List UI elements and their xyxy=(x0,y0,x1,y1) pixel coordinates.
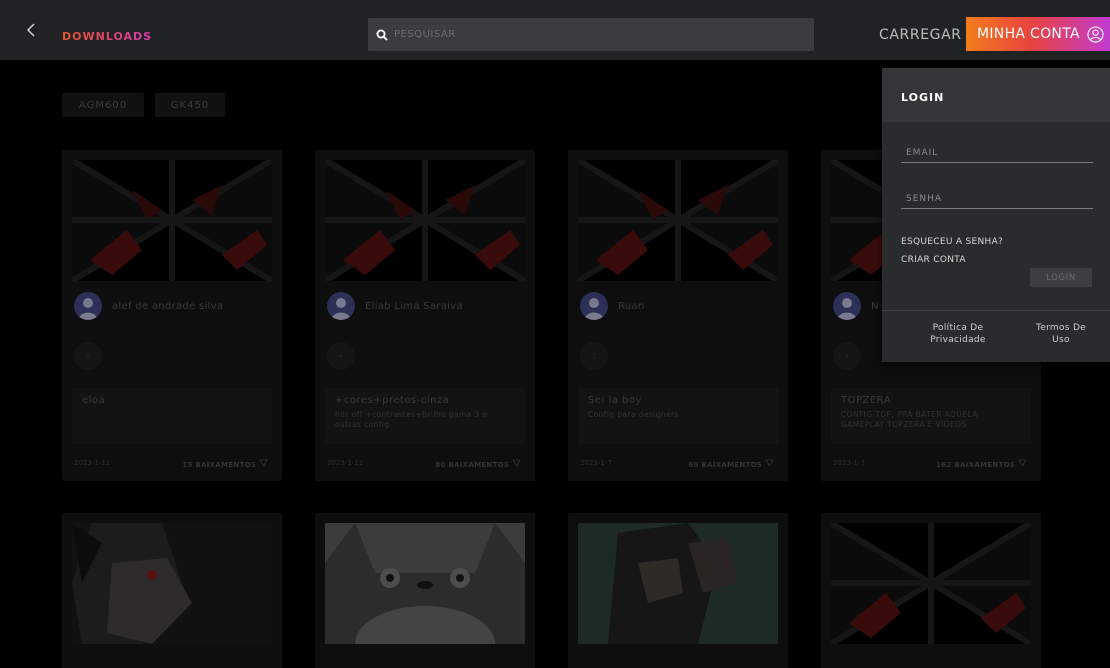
card-description: CONFIG TOP, PRA BATER AQUELA GAMEPLAY TO… xyxy=(841,410,978,429)
card-download-count[interactable]: 69 BAIXAMENTOS xyxy=(688,459,774,469)
card-thumbnail xyxy=(325,523,525,644)
password-field[interactable] xyxy=(901,192,1093,209)
terms-of-use-line1: Termos De xyxy=(1035,323,1087,333)
download-card[interactable]: Ruan : Sei la boy Config para designers … xyxy=(568,150,788,481)
card-rating-badge: - xyxy=(327,342,355,370)
card-rating-badge: : xyxy=(580,342,608,370)
card-date: 2023-1-7 xyxy=(833,459,865,467)
top-bar: DOWNLOADS CARREGAR MINHA CONTA xyxy=(0,0,1110,60)
avatar-icon xyxy=(580,292,608,320)
avatar-icon xyxy=(74,292,102,320)
card-download-label: 80 BAIXAMENTOS xyxy=(435,461,510,469)
card-description: Config para designers xyxy=(588,410,679,419)
card-description-box: +cores+pretos-cinza hdr off +contrastes+… xyxy=(325,388,525,444)
card-username[interactable]: Eliab Lima Saraiva xyxy=(365,301,463,312)
login-submit-button[interactable]: LOGIN xyxy=(1030,268,1092,287)
filter-chip-agm600[interactable]: AGM600 xyxy=(62,93,144,117)
download-card[interactable] xyxy=(62,513,282,668)
download-card[interactable] xyxy=(568,513,788,668)
email-field[interactable] xyxy=(901,146,1093,163)
filter-chip-gk450[interactable]: GK450 xyxy=(155,93,225,117)
privacy-policy-line1: Política De xyxy=(932,323,984,333)
create-account-link[interactable]: CRIAR CONTA xyxy=(901,255,966,265)
card-date: 2023-1-7 xyxy=(580,459,612,467)
account-button[interactable]: MINHA CONTA xyxy=(966,17,1110,51)
card-title: Sei la boy xyxy=(588,395,642,406)
download-icon xyxy=(512,459,521,467)
download-icon xyxy=(259,459,268,467)
login-title: LOGIN xyxy=(901,91,945,104)
card-description-box: eloa xyxy=(72,388,272,444)
card-download-count[interactable]: 162 BAIXAMENTOS xyxy=(936,459,1027,469)
card-thumbnail xyxy=(578,523,778,644)
card-description-box: Sei la boy Config para designers xyxy=(578,388,778,444)
privacy-policy-link[interactable]: Política De Privacidade xyxy=(918,322,998,346)
back-chevron-icon[interactable] xyxy=(22,18,42,42)
card-username[interactable]: alef de andrade silva xyxy=(112,301,223,312)
upload-link[interactable]: CARREGAR xyxy=(879,27,962,43)
avatar-icon xyxy=(327,292,355,320)
terms-of-use-line2: Uso xyxy=(1052,335,1070,345)
download-card[interactable] xyxy=(315,513,535,668)
card-thumbnail xyxy=(325,160,525,281)
forgot-password-link[interactable]: ESQUECEU A SENHA? xyxy=(901,237,1003,247)
user-circle-icon xyxy=(1087,25,1104,43)
card-date: 2023-1-11 xyxy=(74,459,111,467)
search-icon xyxy=(376,29,388,41)
download-card[interactable] xyxy=(821,513,1041,668)
card-thumbnail xyxy=(831,523,1031,644)
card-thumbnail xyxy=(72,160,272,281)
card-download-label: 15 BAIXAMENTOS xyxy=(182,461,257,469)
privacy-policy-line2: Privacidade xyxy=(930,335,986,345)
card-download-count[interactable]: 15 BAIXAMENTOS xyxy=(182,459,268,469)
card-username[interactable]: Ruan xyxy=(618,301,645,312)
brand-title[interactable]: DOWNLOADS xyxy=(62,30,152,43)
card-rating-badge: - xyxy=(833,342,861,370)
account-button-label: MINHA CONTA xyxy=(977,26,1080,42)
card-download-count[interactable]: 80 BAIXAMENTOS xyxy=(435,459,521,469)
download-card[interactable]: Eliab Lima Saraiva - +cores+pretos-cinza… xyxy=(315,150,535,481)
download-card[interactable]: alef de andrade silva - eloa 2023-1-11 1… xyxy=(62,150,282,481)
search-input[interactable] xyxy=(394,29,794,40)
card-download-label: 162 BAIXAMENTOS xyxy=(936,461,1016,469)
card-title: +cores+pretos-cinza xyxy=(335,395,450,406)
card-description: hdr off +contrastes+brilho gama 3 e outr… xyxy=(335,410,488,429)
download-icon xyxy=(765,459,774,467)
card-rating-badge: - xyxy=(74,342,102,370)
download-icon xyxy=(1018,459,1027,467)
avatar-icon xyxy=(833,292,861,320)
search-bar[interactable] xyxy=(368,18,814,51)
login-header: LOGIN xyxy=(882,68,1110,122)
card-username[interactable]: N xyxy=(871,301,879,312)
card-title: eloa xyxy=(82,395,106,406)
card-thumbnail xyxy=(72,523,272,644)
terms-of-use-link[interactable]: Termos De Uso xyxy=(1026,322,1096,346)
login-dropdown: LOGIN ESQUECEU A SENHA? CRIAR CONTA LOGI… xyxy=(882,68,1110,362)
card-download-label: 69 BAIXAMENTOS xyxy=(688,461,763,469)
card-date: 2023-1-11 xyxy=(327,459,364,467)
card-thumbnail xyxy=(578,160,778,281)
card-title: TOPZERA xyxy=(841,395,892,406)
card-description-box: TOPZERA CONFIG TOP, PRA BATER AQUELA GAM… xyxy=(831,388,1031,444)
login-divider xyxy=(882,310,1110,311)
